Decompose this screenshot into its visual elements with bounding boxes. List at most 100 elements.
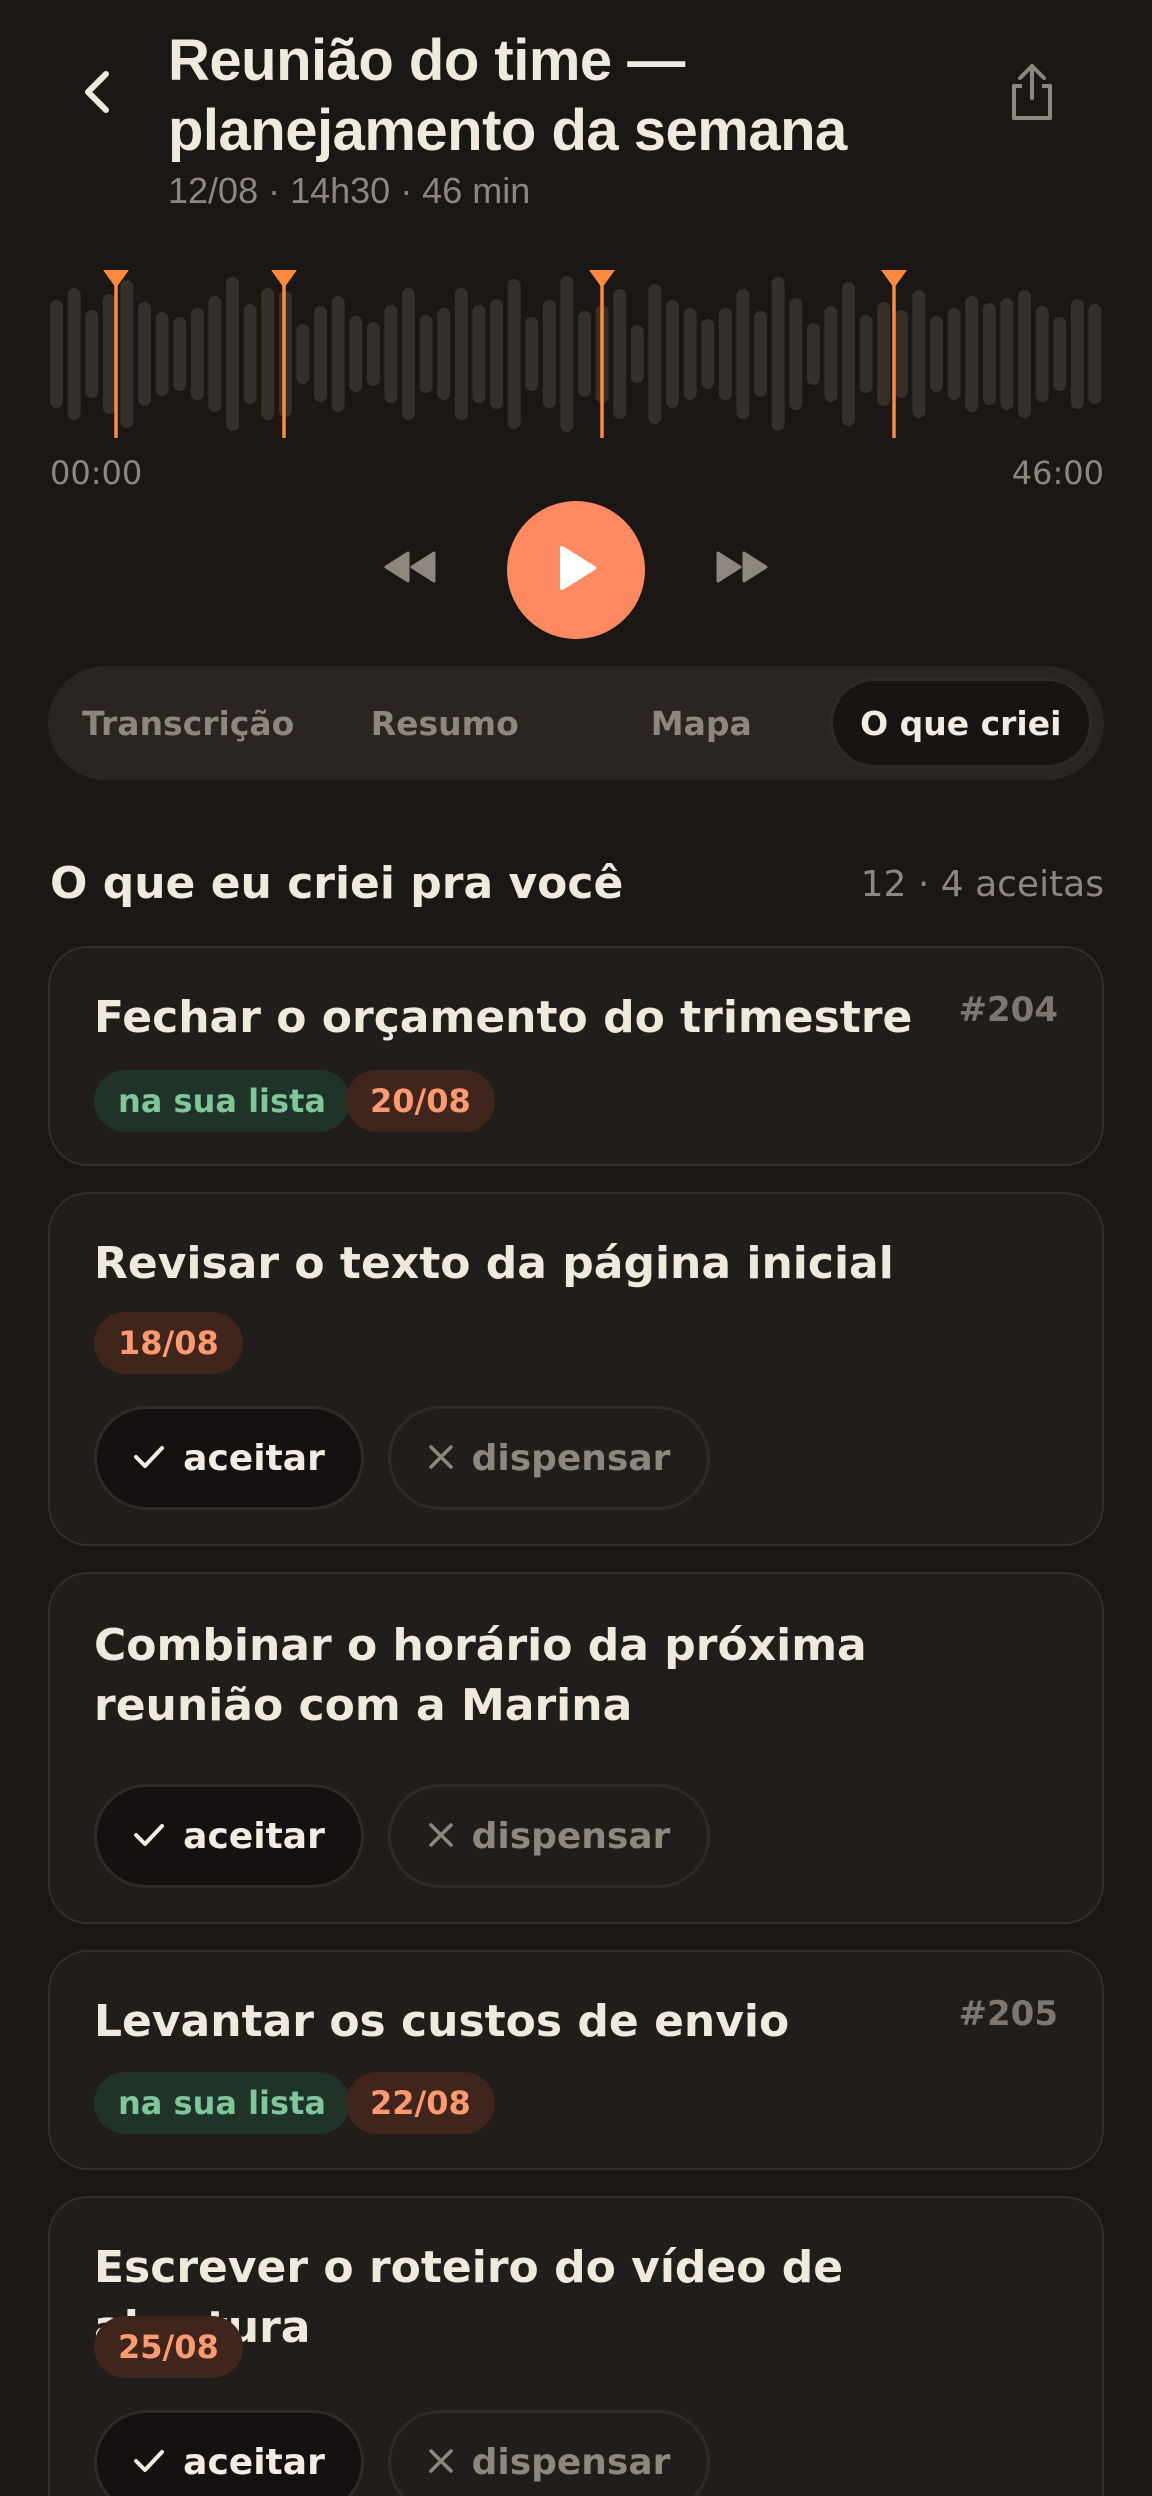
waveform-bar: [1035, 306, 1049, 402]
waveform-bar: [366, 322, 380, 386]
waveform-bar: [1088, 304, 1102, 404]
waveform-bar: [912, 290, 926, 418]
waveform-bar: [85, 310, 99, 398]
waveform-bar: [542, 300, 556, 408]
fast-forward-button[interactable]: [702, 544, 782, 594]
waveform-bar: [437, 308, 451, 400]
due-date-badge: 18/08: [94, 1312, 243, 1374]
waveform-bar: [243, 304, 257, 404]
waveform-bar: [754, 311, 767, 397]
waveform-bar: [67, 288, 81, 420]
waveform-bar: [630, 325, 644, 383]
tab-resumo[interactable]: Resumo: [317, 678, 574, 768]
recording-meta: 12/08 · 14h30 · 46 min: [168, 170, 531, 211]
waveform-bar: [102, 294, 116, 414]
check-icon: [133, 1438, 165, 1479]
accept-button[interactable]: aceitar: [94, 1784, 364, 1888]
accept-label: aceitar: [183, 1437, 325, 1479]
waveform-bar: [736, 289, 750, 419]
task-card[interactable]: Escrever o roteiro do vídeo de abertura …: [48, 2196, 1104, 2496]
task-id: #205: [958, 1994, 1058, 2034]
chapter-marker[interactable]: [271, 270, 297, 438]
status-badge: na sua lista: [94, 2072, 350, 2134]
section-title: O que eu criei pra você: [50, 858, 624, 909]
task-title: Combinar o horário da próxima reunião co…: [94, 1620, 867, 1731]
rewind-button[interactable]: [370, 544, 450, 594]
waveform-bar: [930, 316, 943, 392]
waveform-bar: [402, 288, 415, 420]
waveform-bar: [824, 306, 838, 402]
close-icon: [428, 1816, 454, 1857]
waveform-bar: [683, 308, 697, 400]
waveform-bar: [578, 311, 591, 397]
time-start: 00:00: [50, 454, 143, 492]
waveform-bar: [490, 299, 503, 409]
back-button[interactable]: [66, 62, 130, 126]
due-date-badge: 25/08: [94, 2316, 243, 2378]
task-card[interactable]: Revisar o texto da página inicial 18/08 …: [48, 1192, 1104, 1546]
waveform-bar: [771, 277, 785, 431]
waveform-bar: [208, 296, 222, 412]
waveform-bar: [982, 303, 996, 405]
chevron-left-icon: [78, 68, 118, 120]
waveform[interactable]: [48, 266, 1104, 442]
waveform-bar: [648, 284, 662, 424]
share-icon: [1008, 62, 1056, 126]
tab-transcricao[interactable]: Transcrição: [60, 678, 317, 768]
task-card[interactable]: Levantar os custos de envio #205 na sua …: [48, 1950, 1104, 2170]
tab-mapa[interactable]: Mapa: [573, 678, 830, 768]
status-badge: na sua lista: [94, 1070, 350, 1132]
waveform-bar: [384, 305, 398, 403]
accept-label: aceitar: [183, 1815, 325, 1857]
waveform-bar: [894, 310, 908, 398]
waveform-bar: [296, 324, 310, 384]
due-date-badge: 22/08: [346, 2072, 495, 2134]
task-card[interactable]: Combinar o horário da próxima reunião co…: [48, 1572, 1104, 1924]
dismiss-button[interactable]: dispensar: [388, 1784, 710, 1888]
waveform-bar: [454, 288, 468, 420]
waveform-bar: [859, 315, 873, 393]
waveform-bar: [877, 302, 891, 406]
waveform-bar: [50, 300, 63, 408]
waveform-bar: [1070, 299, 1084, 409]
waveform-bar: [613, 289, 627, 419]
tab-bar: Transcrição Resumo Mapa O que criei: [48, 666, 1104, 780]
dismiss-label: dispensar: [471, 2441, 671, 2483]
page-title: Reunião do time — planejamento da semana: [168, 28, 847, 163]
waveform-bar: [138, 302, 151, 406]
waveform-bar: [789, 298, 803, 410]
waveform-bar: [806, 323, 820, 385]
rewind-icon: [382, 551, 438, 587]
close-icon: [428, 2442, 454, 2483]
waveform-bar: [226, 277, 239, 431]
task-title: Levantar os custos de envio: [94, 1996, 790, 2047]
task-card[interactable]: Fechar o orçamento do trimestre #204 na …: [48, 946, 1104, 1166]
waveform-bar: [525, 317, 539, 391]
play-icon: [554, 544, 598, 596]
waveform-bar: [190, 308, 204, 400]
waveform-bar: [1000, 298, 1014, 410]
waveform-bar: [560, 276, 574, 432]
waveform-bar: [718, 308, 732, 400]
chapter-marker[interactable]: [589, 270, 615, 438]
waveform-bar: [965, 296, 979, 412]
waveform-bar: [331, 296, 345, 412]
share-button[interactable]: [1000, 62, 1064, 126]
dismiss-label: dispensar: [471, 1437, 671, 1479]
waveform-bar: [472, 305, 486, 403]
waveform-bar: [947, 308, 961, 400]
waveform-bar: [419, 315, 433, 393]
waveform-bar: [507, 279, 521, 429]
tab-o-que-criei[interactable]: O que criei: [829, 678, 1092, 768]
waveform-bar: [261, 288, 275, 420]
section-count: 12 · 4 aceitas: [860, 864, 1104, 905]
dismiss-label: dispensar: [471, 1815, 671, 1857]
play-button[interactable]: [507, 501, 645, 639]
accept-button[interactable]: aceitar: [94, 2410, 364, 2496]
waveform-bar: [349, 316, 363, 392]
time-end: 46:00: [1011, 454, 1104, 492]
accept-button[interactable]: aceitar: [94, 1406, 364, 1510]
dismiss-button[interactable]: dispensar: [388, 2410, 710, 2496]
dismiss-button[interactable]: dispensar: [388, 1406, 710, 1510]
waveform-bar: [1018, 290, 1031, 418]
